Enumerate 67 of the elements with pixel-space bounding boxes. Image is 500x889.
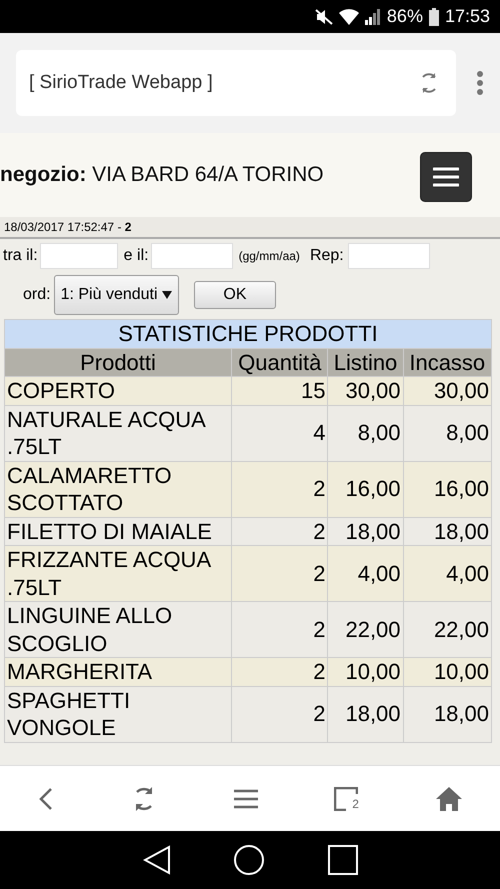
- table-cell: 16,00: [328, 461, 404, 517]
- date-format-hint: (gg/mm/aa): [238, 249, 300, 263]
- table-cell: 4: [232, 405, 328, 461]
- battery-percent: 86%: [386, 6, 423, 27]
- table-cell: 8,00: [403, 405, 492, 461]
- home-icon[interactable]: [233, 844, 265, 876]
- table-cell: 2: [232, 517, 328, 546]
- table-cell: 30,00: [403, 376, 492, 405]
- from-date-field[interactable]: [40, 243, 118, 269]
- rep-field[interactable]: [348, 243, 430, 269]
- tab-count: 2: [352, 796, 359, 810]
- table-cell: SPAGHETTI VONGOLE: [4, 686, 232, 742]
- menu-icon: [433, 167, 459, 187]
- from-label: tra il:: [3, 247, 38, 265]
- table-cell: 10,00: [328, 658, 404, 686]
- menu-button[interactable]: [420, 152, 472, 202]
- order-dropdown[interactable]: 1: Più venduti: [54, 275, 179, 315]
- table-cell: COPERTO: [4, 376, 232, 405]
- table-cell: 22,00: [328, 602, 404, 658]
- table-cell: 2: [232, 602, 328, 658]
- table-cell: 2: [232, 546, 328, 602]
- table-cell: 10,00: [403, 658, 492, 686]
- column-header: Prodotti: [4, 348, 232, 376]
- table-cell: LINGUINE ALLO SCOGLIO: [4, 602, 232, 658]
- table-title: STATISTICHE PRODOTTI: [4, 320, 492, 348]
- clock: 17:53: [444, 6, 490, 27]
- store-heading: negozio: VIA BARD 64/A TORINO: [0, 163, 324, 187]
- signal-icon: [364, 8, 381, 24]
- table-cell: CALAMARETTO SCOTTATO: [4, 461, 232, 517]
- column-header: Incasso: [403, 348, 492, 376]
- table-cell: 2: [232, 686, 328, 742]
- tabs-icon[interactable]: [334, 786, 358, 810]
- dropdown-caret-icon: [162, 291, 172, 299]
- recents-icon[interactable]: [328, 845, 358, 875]
- table-cell: FRIZZANTE ACQUA .75LT: [4, 546, 232, 602]
- table-cell: 18,00: [403, 686, 492, 742]
- table-cell: 18,00: [328, 517, 404, 546]
- table-cell: 2: [232, 658, 328, 686]
- battery-icon: [428, 8, 439, 26]
- table-cell: 4,00: [328, 546, 404, 602]
- table-cell: 22,00: [403, 602, 492, 658]
- timestamp: 18/03/2017 17:52:47 - 2: [0, 217, 500, 239]
- table-cell: 18,00: [328, 686, 404, 742]
- rep-label: Rep:: [310, 247, 344, 265]
- table-cell: MARGHERITA: [4, 658, 232, 686]
- address-bar[interactable]: [ SirioTrade Webapp ]: [16, 50, 456, 116]
- table-cell: 30,00: [328, 376, 404, 405]
- column-header: Listino: [328, 348, 404, 376]
- to-label: e il:: [124, 247, 149, 265]
- table-cell: 2: [232, 461, 328, 517]
- menu-icon[interactable]: [234, 788, 258, 808]
- column-header: Quantità: [232, 348, 328, 376]
- table-cell: 18,00: [403, 517, 492, 546]
- to-date-field[interactable]: [150, 243, 233, 269]
- table-cell: 8,00: [328, 405, 404, 461]
- page-title: [ SirioTrade Webapp ]: [29, 72, 213, 94]
- more-icon[interactable]: [476, 70, 484, 96]
- table-cell: FILETTO DI MAIALE: [4, 517, 232, 546]
- table-cell: NATURALE ACQUA .75LT: [4, 405, 232, 461]
- ok-button[interactable]: OK: [194, 281, 276, 309]
- wifi-icon: [338, 8, 359, 24]
- order-label: ord:: [23, 286, 51, 304]
- table-cell: 15: [232, 376, 328, 405]
- table-cell: 4,00: [403, 546, 492, 602]
- back-icon[interactable]: [142, 845, 170, 875]
- table-cell: 16,00: [403, 461, 492, 517]
- mute-icon: [314, 8, 333, 24]
